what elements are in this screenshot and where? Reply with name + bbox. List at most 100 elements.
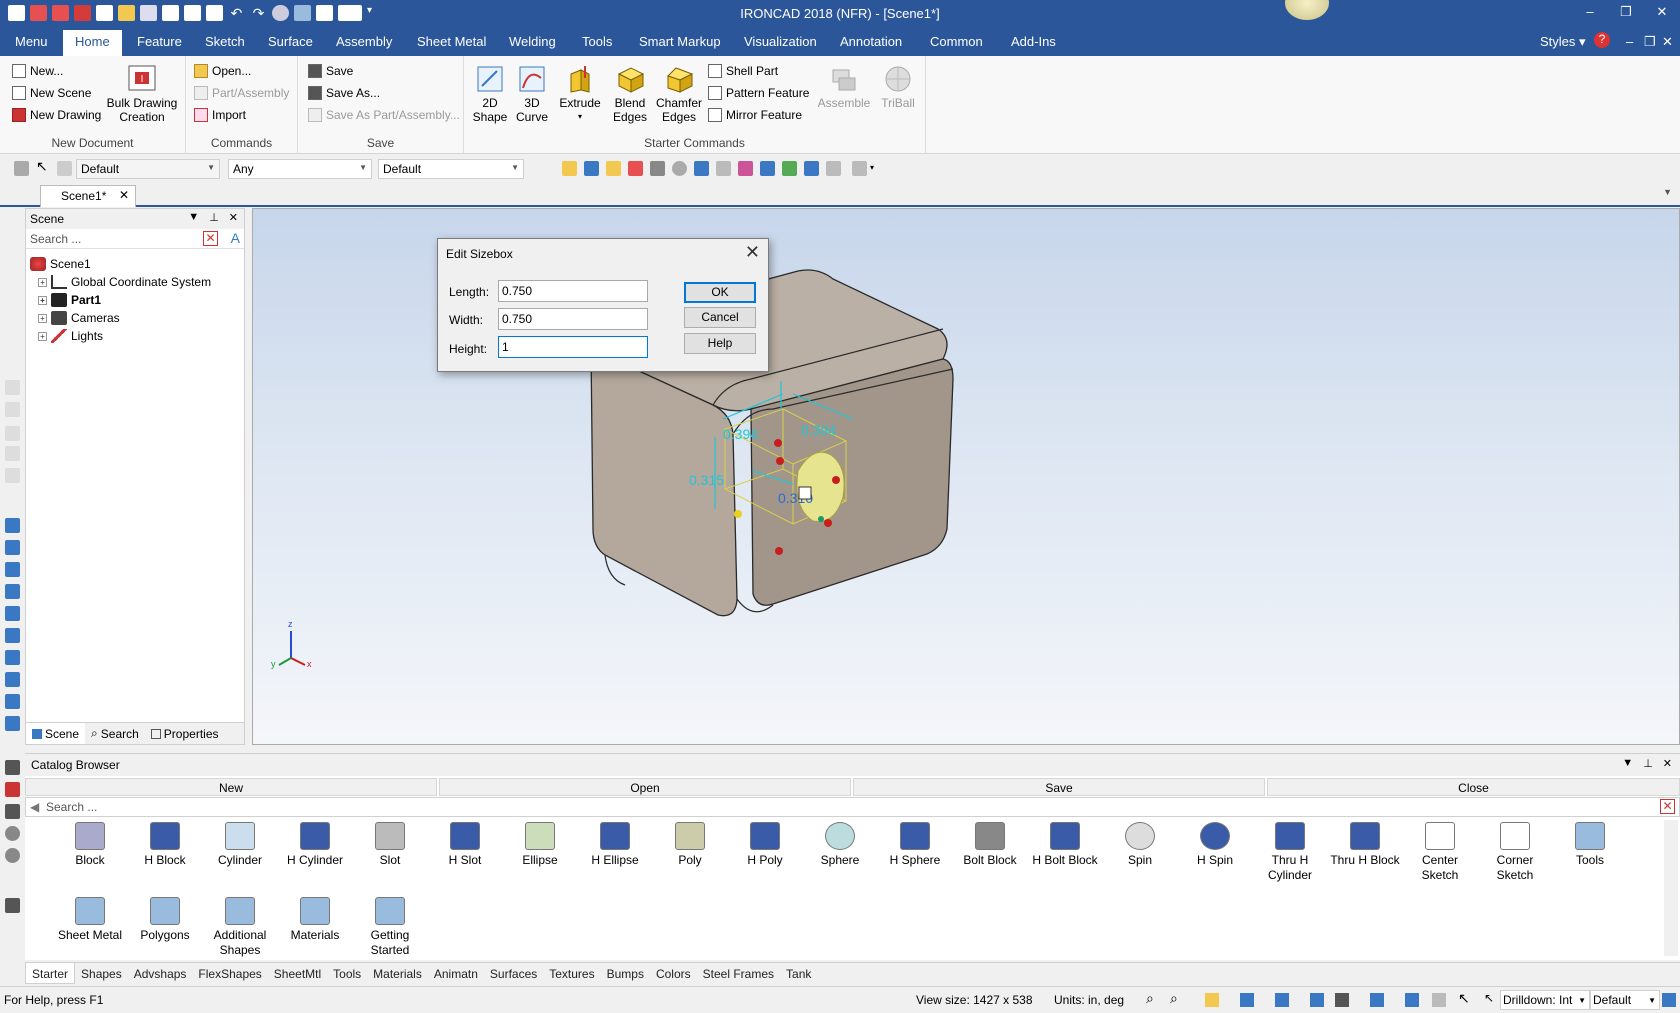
style-status-combo[interactable]: Default ▼ (1590, 990, 1660, 1010)
panel-close-icon[interactable]: ✕ (229, 211, 238, 224)
minimize-button[interactable]: – (1572, 4, 1608, 20)
help-icon[interactable]: ? (1594, 32, 1610, 48)
properties-icon[interactable] (650, 161, 665, 176)
catalog-tab[interactable]: Shapes (75, 963, 128, 984)
assemble-button[interactable]: Assemble (814, 64, 874, 110)
save-disk-icon[interactable] (584, 161, 599, 176)
tab-visualization[interactable]: Visualization (744, 34, 817, 49)
catalog-item[interactable]: Corner Sketch (1480, 822, 1550, 883)
pin-icon[interactable]: ⊥ (209, 211, 219, 224)
catalog-item[interactable]: Thru H Cylinder (1255, 822, 1325, 883)
view-dimetric-icon[interactable] (5, 672, 20, 687)
catalog-close-button[interactable]: Close (1267, 778, 1680, 796)
catalog-tab[interactable]: Advshaps (128, 963, 193, 984)
camera-icon[interactable] (694, 161, 709, 176)
expand-icon[interactable]: + (38, 277, 47, 287)
catalog-item[interactable]: Materials (280, 897, 350, 943)
new-button[interactable]: New... (12, 64, 63, 78)
select-filter-icon[interactable] (14, 161, 29, 176)
smart-dim-icon[interactable] (5, 782, 20, 797)
catalog-item[interactable]: H Block (130, 822, 200, 868)
more-dropdown-icon[interactable]: ▾ (870, 163, 874, 172)
select-mode-icon[interactable] (57, 161, 72, 176)
import-button[interactable]: Import (194, 108, 246, 122)
extrude-dropdown-icon[interactable]: ▾ (558, 110, 602, 124)
catalog-tab[interactable]: Materials (367, 963, 428, 984)
tab-menu[interactable]: Menu (15, 34, 48, 49)
catalog-item[interactable]: Bolt Block (955, 822, 1025, 868)
catalog-item[interactable]: Getting Started (355, 897, 425, 958)
tab-add-ins[interactable]: Add-Ins (1011, 34, 1056, 49)
catalog-item[interactable]: H Bolt Block (1030, 822, 1100, 868)
ribbon-minimize-icon[interactable]: – (1626, 34, 1633, 49)
catalog-item[interactable]: Center Sketch (1405, 822, 1475, 883)
render-mode-icon[interactable] (1310, 993, 1324, 1007)
catalog-item[interactable]: Sphere (805, 822, 875, 868)
camera-view-icon[interactable] (1405, 993, 1419, 1007)
search-options-icon[interactable]: A (231, 230, 240, 246)
catalog-new-button[interactable]: New (25, 778, 437, 796)
tab-smart-markup[interactable]: Smart Markup (639, 34, 721, 49)
open-folder-icon[interactable] (562, 161, 577, 176)
catalog-tab[interactable]: Surfaces (484, 963, 543, 984)
ruler-icon[interactable] (5, 898, 20, 913)
help-button[interactable]: Help (684, 333, 756, 354)
catalog-tab[interactable]: Tank (780, 963, 817, 984)
render-icon[interactable] (738, 161, 753, 176)
catalog-search-input[interactable]: ◀ Search ... ✕ (25, 797, 1680, 817)
diameter-icon[interactable] (5, 848, 20, 863)
curve-3d-button[interactable]: 3D Curve (514, 64, 550, 124)
catalog-tab[interactable]: Steel Frames (697, 963, 780, 984)
tree-node-lights[interactable]: + Lights (30, 327, 211, 345)
tab-tools[interactable]: Tools (582, 34, 612, 49)
ribbon-restore-icon[interactable]: ❐ (1644, 34, 1656, 50)
catalog-tab[interactable]: Tools (327, 963, 367, 984)
catalog-item[interactable]: H Cylinder (280, 822, 350, 868)
measure-icon[interactable] (5, 760, 20, 775)
display-icon[interactable] (1370, 993, 1384, 1007)
catalog-tab[interactable]: SheetMtl (268, 963, 327, 984)
drilldown-combo[interactable]: Drilldown: Int ▼ (1500, 990, 1590, 1010)
catalog-item[interactable]: Poly (655, 822, 725, 868)
part-assembly-button[interactable]: Part/Assembly (194, 86, 289, 100)
tree-node-global-coordinate-system[interactable]: + Global Coordinate System (30, 273, 211, 291)
filter-combo[interactable]: Any ▼ (228, 159, 372, 179)
tab-search[interactable]: ⌕ Search (85, 723, 145, 744)
more-tools-icon[interactable] (852, 161, 867, 176)
length-field[interactable] (498, 280, 648, 302)
expand-icon[interactable]: + (38, 331, 47, 341)
shape-2d-button[interactable]: 2D Shape (472, 64, 508, 124)
catalog-open-button[interactable]: Open (439, 778, 851, 796)
view-left-icon[interactable] (5, 562, 20, 577)
catalog-item[interactable]: H Ellipse (580, 822, 650, 868)
view-top-icon[interactable] (5, 606, 20, 621)
render-combo[interactable]: Default ▼ (378, 159, 524, 179)
catalog-item[interactable]: Cylinder (205, 822, 275, 868)
light-icon[interactable] (760, 161, 775, 176)
view-bottom-icon[interactable] (5, 628, 20, 643)
catalog-tab[interactable]: Animatn (428, 963, 484, 984)
zoom-icon[interactable]: ⌕ (1146, 990, 1154, 1007)
tab-properties[interactable]: Properties (145, 723, 225, 744)
catalog-item[interactable]: Polygons (130, 897, 200, 943)
catalog-item[interactable]: Block (55, 822, 125, 868)
view-box-icon[interactable] (1205, 993, 1219, 1007)
catalog-tab[interactable]: FlexShapes (192, 963, 267, 984)
catalog-tab[interactable]: Starter (25, 963, 76, 984)
save-button[interactable]: Save (308, 64, 353, 78)
image-icon[interactable] (782, 161, 797, 176)
catalog-item[interactable]: Additional Shapes (205, 897, 275, 958)
blend-edges-button[interactable]: Blend Edges (608, 64, 652, 124)
catalog-item[interactable]: H Slot (430, 822, 500, 868)
chamfer-edges-button[interactable]: Chamfer Edges (654, 64, 704, 124)
pattern-feature-button[interactable]: Pattern Feature (708, 86, 809, 100)
save-as-part-button[interactable]: Save As Part/Assembly... (308, 108, 460, 122)
ok-button[interactable]: OK (684, 282, 756, 303)
expand-icon[interactable]: + (38, 295, 47, 305)
view-back-icon[interactable] (5, 540, 20, 555)
catalog-item[interactable]: Thru H Block (1330, 822, 1400, 868)
panel-close-icon[interactable]: ✕ (1663, 757, 1672, 770)
catalog-item[interactable]: Slot (355, 822, 425, 868)
close-button[interactable]: ✕ (1644, 4, 1680, 20)
catalog-item[interactable]: Ellipse (505, 822, 575, 868)
